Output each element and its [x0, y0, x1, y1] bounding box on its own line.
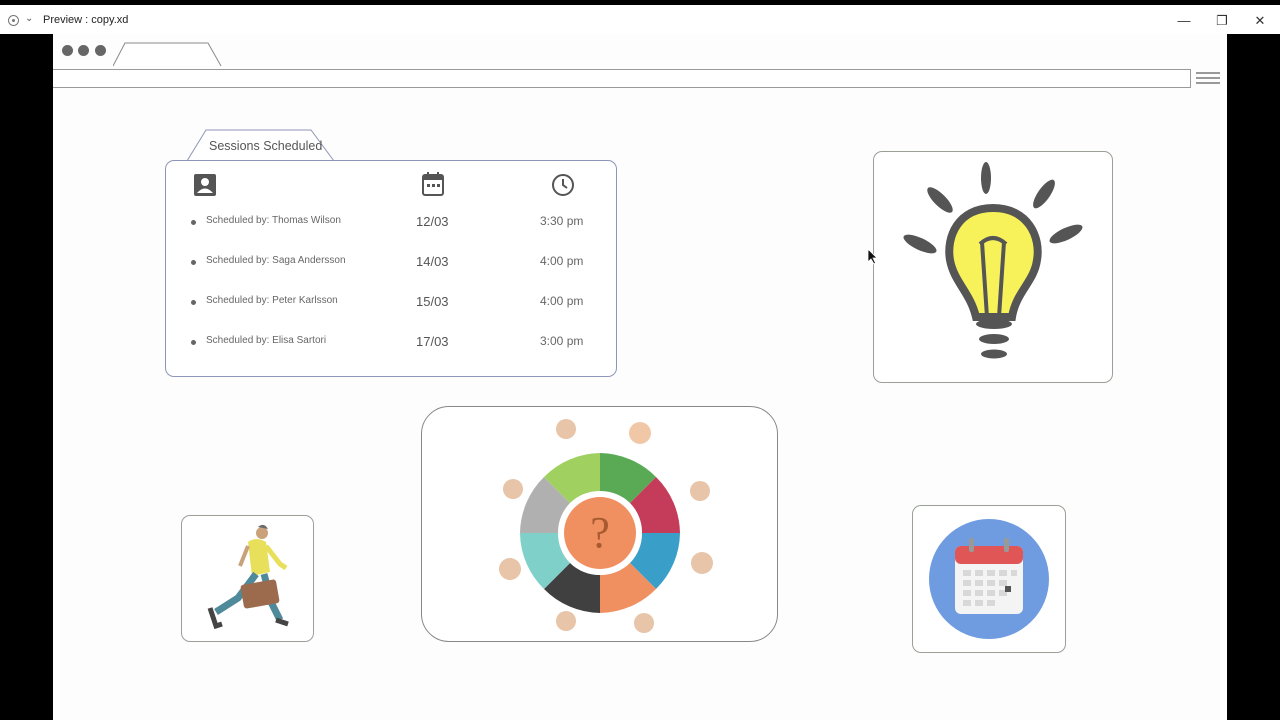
session-scheduled-by: Scheduled by: Thomas Wilson — [206, 215, 341, 226]
minimize-button[interactable]: — — [1174, 12, 1194, 30]
dot-icon — [95, 45, 106, 56]
sessions-tab-label: Sessions Scheduled — [209, 139, 323, 153]
sessions-panel: Scheduled by: Thomas Wilson 12/03 3:30 p… — [165, 160, 617, 377]
chevron-down-icon[interactable]: ⌄ — [25, 13, 33, 24]
bullet-icon — [191, 220, 196, 225]
session-row[interactable]: Scheduled by: Elisa Sartori 17/03 3:00 p… — [166, 333, 618, 353]
dot-icon — [78, 45, 89, 56]
window-title: Preview : copy.xd — [43, 14, 129, 26]
lightbulb-illustration — [903, 162, 1083, 359]
svg-text:?: ? — [590, 508, 610, 557]
session-scheduled-by: Scheduled by: Saga Andersson — [206, 255, 346, 266]
session-date: 14/03 — [416, 254, 449, 269]
people-circle-card[interactable]: ? — [421, 406, 778, 642]
dot-icon — [62, 45, 73, 56]
running-man-illustration — [207, 524, 289, 630]
window-titlebar: ⌄ Preview : copy.xd — ❐ ✕ — [0, 0, 1280, 34]
session-time: 3:00 pm — [540, 334, 584, 348]
session-row[interactable]: Scheduled by: Thomas Wilson 12/03 3:30 p… — [166, 213, 618, 233]
session-time: 4:00 pm — [540, 254, 584, 268]
session-row[interactable]: Scheduled by: Peter Karlsson 15/03 4:00 … — [166, 293, 618, 313]
running-man-card[interactable] — [181, 515, 314, 642]
calendar-icon — [422, 172, 444, 196]
session-date: 17/03 — [416, 334, 449, 349]
mouse-cursor-icon — [868, 249, 878, 265]
contact-card-icon — [194, 174, 216, 196]
bullet-icon — [191, 260, 196, 265]
clock-icon — [552, 174, 574, 196]
app-icon — [8, 15, 19, 26]
session-scheduled-by: Scheduled by: Peter Karlsson — [206, 295, 338, 306]
browser-tab[interactable] — [113, 42, 223, 67]
calendar-illustration — [929, 519, 1049, 639]
people-circle-question-illustration: ? — [499, 419, 713, 633]
session-time: 3:30 pm — [540, 214, 584, 228]
session-date: 15/03 — [416, 294, 449, 309]
session-row[interactable]: Scheduled by: Saga Andersson 14/03 4:00 … — [166, 253, 618, 273]
hamburger-menu-icon[interactable] — [1196, 72, 1220, 88]
session-time: 4:00 pm — [540, 294, 584, 308]
bullet-icon — [191, 340, 196, 345]
close-button[interactable]: ✕ — [1250, 12, 1270, 30]
session-date: 12/03 — [416, 214, 449, 229]
session-scheduled-by: Scheduled by: Elisa Sartori — [206, 335, 327, 346]
bullet-icon — [191, 300, 196, 305]
lightbulb-card[interactable] — [873, 151, 1113, 383]
preview-canvas: Sessions Scheduled Scheduled by: Thomas … — [53, 34, 1227, 720]
address-bar[interactable] — [53, 69, 1191, 88]
calendar-card[interactable] — [912, 505, 1066, 653]
restore-button[interactable]: ❐ — [1212, 12, 1232, 30]
